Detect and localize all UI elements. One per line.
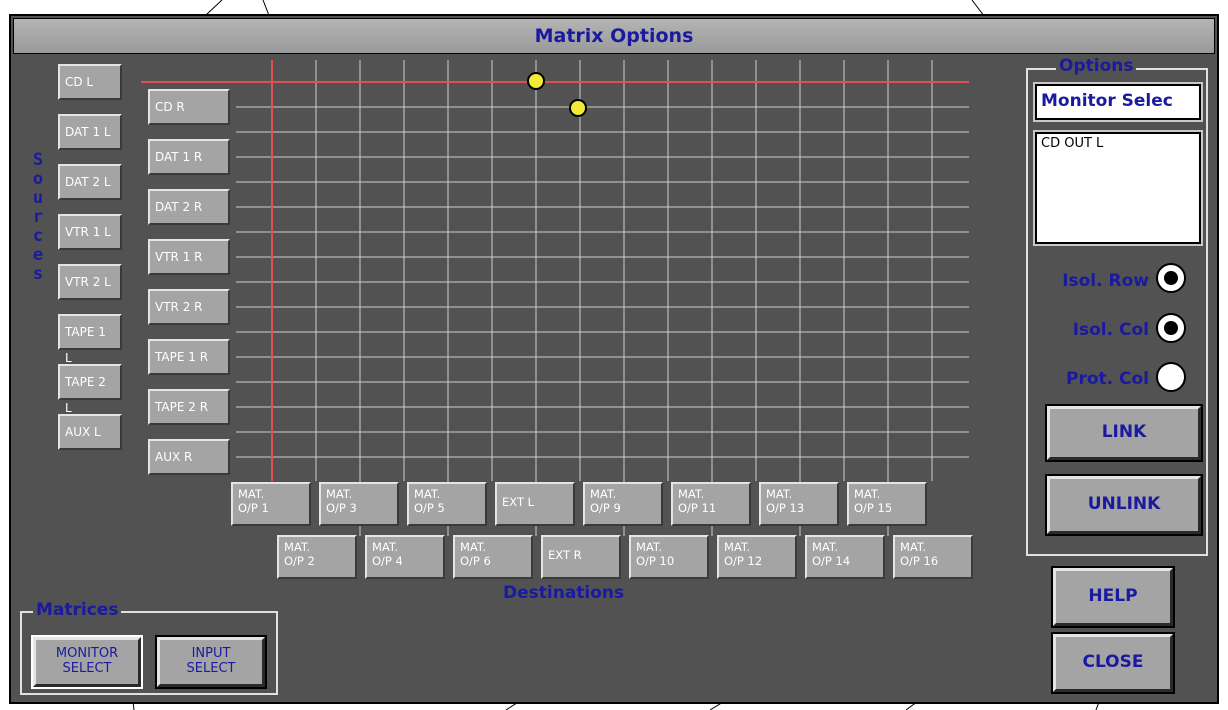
prot-col-radio[interactable]: [1156, 362, 1186, 392]
dest-button-mat-op-15[interactable]: MAT. O/P 15: [847, 482, 927, 526]
source-button-tape1-r[interactable]: TAPE 1 R: [148, 339, 230, 375]
matrices-title: Matrices: [33, 600, 122, 620]
link-button[interactable]: LINK: [1045, 404, 1203, 462]
prot-col-label: Prot. Col: [1065, 369, 1149, 389]
dest-button-mat-op-5[interactable]: MAT. O/P 5: [407, 482, 487, 526]
dest-button-mat-op-9[interactable]: MAT. O/P 9: [583, 482, 663, 526]
dest-button-mat-op-16[interactable]: MAT. O/P 16: [893, 535, 973, 579]
source-button-dat2-r[interactable]: DAT 2 R: [148, 189, 230, 225]
source-button-tape2-r[interactable]: TAPE 2 R: [148, 389, 230, 425]
source-button-dat1-r[interactable]: DAT 1 R: [148, 139, 230, 175]
selected-matrix-field: Monitor Selec: [1033, 82, 1203, 122]
sources-label: Sources: [28, 150, 48, 283]
source-button-vtr1-r[interactable]: VTR 1 R: [148, 239, 230, 275]
source-button-dat1-l[interactable]: DAT 1 L: [58, 114, 122, 150]
unlink-button[interactable]: UNLINK: [1045, 474, 1203, 536]
source-button-vtr2-l[interactable]: VTR 2 L: [58, 264, 122, 300]
dest-button-ext-r[interactable]: EXT R: [541, 535, 621, 579]
dest-button-mat-op-4[interactable]: MAT. O/P 4: [365, 535, 445, 579]
crosspoint-knob[interactable]: [527, 72, 545, 90]
source-button-cd-r[interactable]: CD R: [148, 89, 230, 125]
matrix-options-window: Matrix Options Sources CD L DAT 1 L DAT …: [9, 14, 1219, 704]
source-button-aux-r[interactable]: AUX R: [148, 439, 230, 475]
source-button-tape1-l[interactable]: TAPE 1 L: [58, 314, 122, 365]
dest-button-mat-op-3[interactable]: MAT. O/P 3: [319, 482, 399, 526]
source-button-cd-l[interactable]: CD L: [58, 64, 122, 100]
source-button-dat2-l[interactable]: DAT 2 L: [58, 164, 122, 200]
dest-button-mat-op-11[interactable]: MAT. O/P 11: [671, 482, 751, 526]
source-button-vtr2-r[interactable]: VTR 2 R: [148, 289, 230, 325]
dest-button-mat-op-6[interactable]: MAT. O/P 6: [453, 535, 533, 579]
dest-button-mat-op-12[interactable]: MAT. O/P 12: [717, 535, 797, 579]
isol-col-radio[interactable]: [1156, 313, 1186, 343]
destinations-label: Destinations: [503, 583, 625, 603]
close-button[interactable]: CLOSE: [1051, 632, 1175, 694]
source-button-tape2-l[interactable]: TAPE 2 L: [58, 364, 122, 415]
crosspoint-knob[interactable]: [569, 99, 587, 117]
dest-button-mat-op-14[interactable]: MAT. O/P 14: [805, 535, 885, 579]
isol-col-label: Isol. Col: [1072, 320, 1149, 340]
dest-button-mat-op-2[interactable]: MAT. O/P 2: [277, 535, 357, 579]
dest-button-ext-l[interactable]: EXT L: [495, 482, 575, 526]
isol-row-label: Isol. Row: [1062, 271, 1149, 291]
source-button-aux-l[interactable]: AUX L: [58, 414, 122, 450]
options-title: Options: [1056, 56, 1137, 76]
help-button[interactable]: HELP: [1051, 566, 1175, 628]
source-button-vtr1-l[interactable]: VTR 1 L: [58, 214, 122, 250]
isol-row-radio[interactable]: [1156, 263, 1186, 293]
monitor-select-button[interactable]: MONITOR SELECT: [31, 635, 143, 689]
dest-button-mat-op-1[interactable]: MAT. O/P 1: [231, 482, 311, 526]
dest-button-mat-op-10[interactable]: MAT. O/P 10: [629, 535, 709, 579]
input-select-button[interactable]: INPUT SELECT: [155, 635, 267, 689]
selected-output-list[interactable]: CD OUT L: [1033, 130, 1203, 246]
dest-button-mat-op-13[interactable]: MAT. O/P 13: [759, 482, 839, 526]
